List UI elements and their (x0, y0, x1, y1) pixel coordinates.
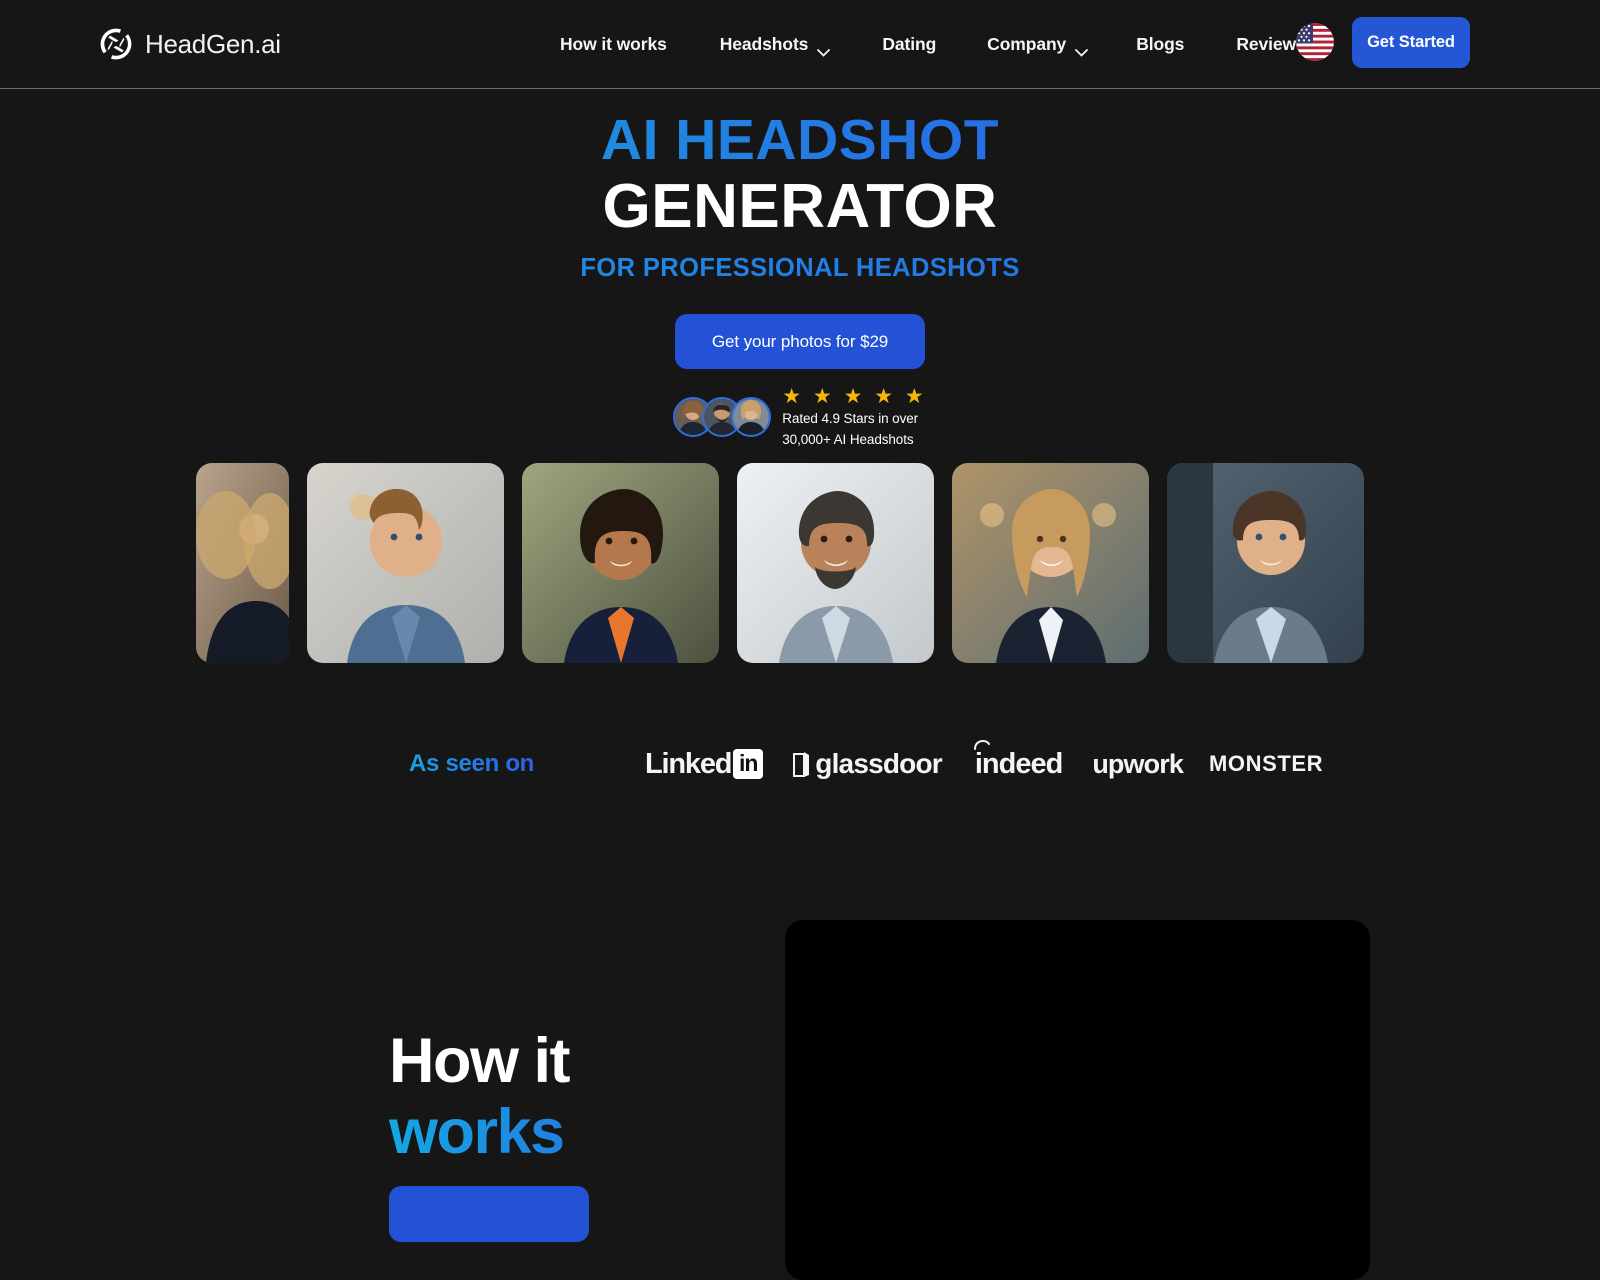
nav-item-blogs[interactable]: Blogs (1136, 34, 1184, 55)
nav-label: Company (987, 34, 1067, 54)
hero-subtitle: FOR PROFESSIONAL HEADSHOTS (0, 254, 1600, 283)
upwork-wordmark: upwork (1092, 748, 1184, 779)
rating-line-1: Rated 4.9 Stars in over (782, 411, 919, 426)
nav-label: Dating (882, 34, 937, 54)
logo-text: HeadGen.ai (145, 28, 281, 59)
glassdoor-wordmark: glassdoor (815, 748, 942, 779)
linkedin-logo: Linked in (645, 747, 764, 781)
headshot-gallery[interactable] (0, 463, 1600, 663)
gallery-item[interactable] (1167, 463, 1364, 663)
gallery-item[interactable] (522, 463, 719, 663)
nav-label: How it works (560, 34, 667, 54)
us-flag-icon[interactable] (1296, 23, 1334, 61)
as-seen-on-label: As seen on (409, 750, 535, 777)
door-icon (793, 751, 810, 777)
chevron-down-icon (1075, 41, 1089, 57)
how-it-works-video-player[interactable] (785, 920, 1370, 1280)
linkedin-wordmark: Linked (645, 747, 732, 780)
how-it-works-section: How it works (389, 1030, 749, 1247)
monster-logo: MONSTER (1209, 751, 1323, 777)
chevron-down-icon (817, 41, 831, 57)
avatar (731, 397, 772, 438)
upwork-logo: upwork (1092, 748, 1184, 780)
nav-item-headshots[interactable]: Headshots (719, 34, 831, 57)
rating-block: ★ ★ ★ ★ ★ Rated 4.9 Stars in over 30,000… (0, 386, 1600, 449)
as-seen-on-section: As seen on Linked in glassdoor indeed up… (0, 739, 1600, 786)
hero-title-line1: AI HEADSHOT (0, 112, 1600, 169)
logo[interactable]: HeadGen.ai (98, 26, 281, 62)
gallery-item[interactable] (307, 463, 504, 663)
nav-item-company[interactable]: Company (987, 34, 1089, 57)
hero-title-line2: GENERATOR (602, 172, 998, 241)
main-navigation: How it works Headshots Dating Company Bl… (560, 0, 1306, 89)
indeed-logo: indeed (973, 739, 1063, 781)
glassdoor-logo: glassdoor (793, 748, 943, 780)
get-photos-button[interactable]: Get your photos for $29 (675, 314, 925, 369)
hero-section: AI HEADSHOT GENERATOR FOR PROFESSIONAL H… (0, 89, 1600, 449)
gallery-item[interactable] (737, 463, 934, 663)
hero-cta-row: Get your photos for $29 (0, 314, 1600, 369)
nav-item-dating[interactable]: Dating (882, 34, 936, 55)
get-started-button[interactable]: Get Started (1352, 17, 1470, 68)
gallery-item[interactable] (952, 463, 1149, 663)
star-rating-icon: ★ ★ ★ ★ ★ (782, 385, 927, 408)
how-it-works-cta-button[interactable] (389, 1186, 589, 1242)
site-header: HeadGen.ai How it works Headshots Dating… (0, 0, 1600, 89)
aperture-icon (98, 26, 134, 62)
nav-item-how-it-works[interactable]: How it works (560, 34, 667, 55)
nav-label: Headshots (719, 34, 809, 54)
avatar-group (673, 397, 772, 438)
how-it-works-heading-line1: How it (389, 1026, 570, 1096)
linkedin-in-mark: in (733, 749, 764, 779)
brand-logo-list: Linked in glassdoor indeed upwork MONSTE… (645, 739, 1323, 781)
gallery-item[interactable] (196, 463, 289, 663)
how-it-works-heading-line2: works (389, 1101, 749, 1164)
nav-label: Blogs (1136, 34, 1185, 54)
rating-line-2: 30,000+ AI Headshots (782, 431, 914, 447)
indeed-wordmark: indeed (974, 747, 1063, 780)
monster-wordmark: MONSTER (1208, 751, 1324, 776)
